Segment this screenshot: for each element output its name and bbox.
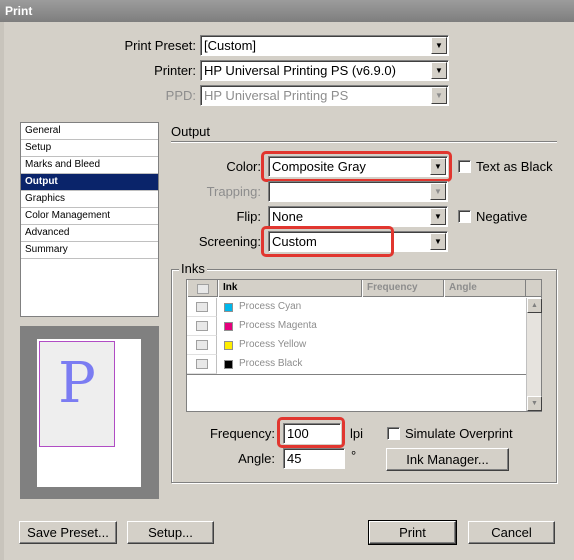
screening-label: Screening: (198, 234, 261, 249)
ink-swatch (224, 303, 233, 312)
setup-button[interactable]: Setup... (127, 521, 214, 544)
printer-icon (187, 355, 217, 374)
sidebar-item-output[interactable]: Output (21, 174, 158, 191)
preview-letter: P (58, 351, 96, 416)
sidebar-item-graphics[interactable]: Graphics (21, 191, 158, 208)
ink-manager-button[interactable]: Ink Manager... (386, 448, 509, 471)
screening-highlight-box (261, 226, 394, 257)
ink-swatch (224, 360, 233, 369)
print-preset-dropdown[interactable]: [Custom] ▼ (200, 35, 449, 56)
inks-group-title: Inks (179, 261, 207, 276)
color-label: Color: (226, 159, 261, 174)
ink-name: Process Cyan (239, 301, 302, 312)
simulate-overprint-checkbox[interactable] (387, 427, 400, 440)
angle-label: Angle: (238, 451, 275, 466)
print-button[interactable]: Print (368, 520, 457, 545)
inks-scrollbar[interactable]: ▲ ▼ (526, 298, 542, 411)
table-row[interactable]: Process Black (187, 355, 525, 374)
ink-name: Process Black (239, 358, 303, 369)
ink-swatch (224, 322, 233, 331)
save-preset-button[interactable]: Save Preset... (19, 521, 117, 544)
column-header-angle[interactable]: Angle (444, 280, 526, 297)
trapping-label: Trapping: (206, 184, 261, 199)
chevron-down-icon[interactable]: ▼ (431, 37, 447, 54)
ppd-label: PPD: (165, 88, 196, 103)
frequency-label: Frequency: (209, 426, 275, 441)
ppd-value: HP Universal Printing PS (204, 88, 349, 103)
section-divider (171, 141, 557, 143)
table-row[interactable]: Process Magenta (187, 317, 525, 336)
table-divider (187, 374, 526, 375)
scroll-up-icon[interactable]: ▲ (527, 298, 542, 313)
printer-icon (187, 298, 217, 317)
sidebar-item-general[interactable]: General (21, 123, 158, 140)
print-preset-value: [Custom] (204, 38, 257, 53)
printer-icon (187, 317, 217, 336)
color-highlight-box (261, 151, 452, 182)
printer-value: HP Universal Printing PS (v6.9.0) (204, 63, 396, 78)
frequency-unit: lpi (350, 426, 364, 441)
simulate-overprint-label: Simulate Overprint (405, 426, 513, 441)
sidebar-item-summary[interactable]: Summary (21, 242, 158, 259)
flip-value: None (272, 209, 304, 224)
cancel-button[interactable]: Cancel (468, 521, 555, 544)
ppd-dropdown: HP Universal Printing PS ▼ (200, 85, 449, 106)
text-as-black-checkbox[interactable] (458, 160, 471, 173)
negative-label: Negative (476, 209, 528, 224)
ink-name: Process Yellow (239, 339, 307, 350)
flip-label: Flip: (236, 209, 261, 224)
negative-checkbox[interactable] (458, 210, 471, 223)
printer-icon (187, 336, 217, 355)
ink-swatch (224, 341, 233, 350)
sidebar-item-marks-and-bleed[interactable]: Marks and Bleed (21, 157, 158, 174)
printer-icon (187, 280, 218, 297)
inks-table[interactable]: Ink Frequency Angle Process Cyan Process… (186, 279, 542, 412)
table-row[interactable]: Process Yellow (187, 336, 525, 355)
table-row[interactable]: Process Cyan (187, 298, 525, 317)
ink-name: Process Magenta (239, 320, 317, 331)
print-preset-label: Print Preset: (124, 38, 196, 53)
chevron-down-icon[interactable]: ▼ (431, 62, 447, 79)
chevron-down-icon[interactable]: ▼ (430, 233, 446, 250)
text-as-black-label: Text as Black (476, 159, 553, 174)
category-list[interactable]: General Setup Marks and Bleed Output Gra… (20, 122, 159, 317)
section-title: Output (171, 124, 211, 139)
chevron-down-icon[interactable]: ▼ (430, 208, 446, 225)
sidebar-item-setup[interactable]: Setup (21, 140, 158, 157)
inks-table-header: Ink Frequency Angle (187, 280, 541, 297)
column-header-ink[interactable]: Ink (218, 280, 362, 297)
window-title: Print (5, 4, 33, 18)
frequency-highlight-box (277, 417, 345, 448)
column-header-frequency[interactable]: Frequency (362, 280, 444, 297)
flip-dropdown[interactable]: None ▼ (268, 206, 448, 227)
scroll-down-icon[interactable]: ▼ (527, 396, 542, 411)
sidebar-item-color-management[interactable]: Color Management (21, 208, 158, 225)
sidebar-item-advanced[interactable]: Advanced (21, 225, 158, 242)
chevron-down-icon: ▼ (430, 183, 446, 200)
chevron-down-icon: ▼ (431, 87, 447, 104)
title-bar: Print (0, 0, 574, 22)
left-window-edge (0, 22, 4, 560)
printer-dropdown[interactable]: HP Universal Printing PS (v6.9.0) ▼ (200, 60, 449, 81)
trapping-dropdown: ▼ (268, 181, 448, 202)
angle-input[interactable]: 45 (283, 448, 345, 469)
angle-unit: ° (351, 448, 357, 463)
printer-label: Printer: (154, 63, 196, 78)
